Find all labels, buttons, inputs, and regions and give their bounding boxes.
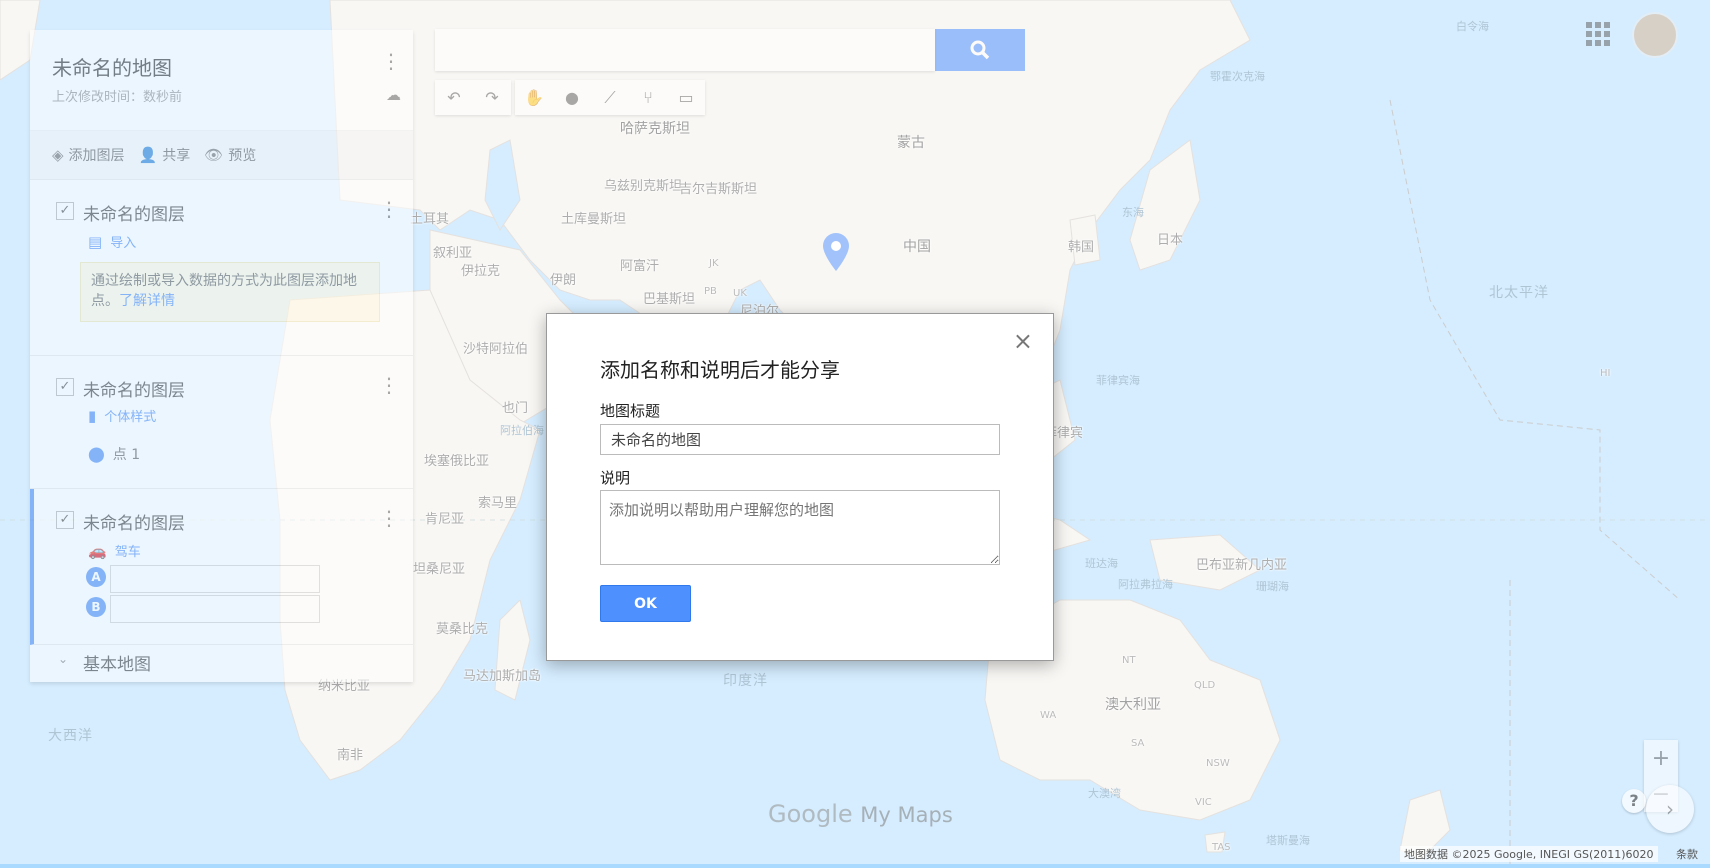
place-marker-icon: ⬤ xyxy=(88,445,105,463)
cloud-saved-icon: ☁ xyxy=(386,86,401,104)
layer-2: ✓ 未命名的图层 ⋮ ▮ 个体样式 ⬤ 点 1 xyxy=(30,356,413,489)
layer-1-name[interactable]: 未命名的图层 xyxy=(83,200,185,225)
waypoint-b-input[interactable] xyxy=(110,595,320,623)
eye-icon: 👁 xyxy=(204,146,224,164)
undo-icon[interactable]: ↶ xyxy=(435,80,473,115)
panel-menu-icon[interactable]: ⋮ xyxy=(381,50,401,72)
layer-1: ✓ 未命名的图层 ⋮ ▤ 导入 通过绘制或导入数据的方式为此图层添加地点。了解详情 xyxy=(30,180,413,356)
import-label: 导入 xyxy=(110,236,137,251)
layer-hint: 通过绘制或导入数据的方式为此图层添加地点。了解详情 xyxy=(80,262,380,322)
map-attribution: 地图数据 ©2025 Google, INEGI GS(2011)6020 xyxy=(1400,846,1658,862)
map-toolbar: ↶ ↷ ✋ ● ⟋ ⑂ ▭ xyxy=(435,80,705,115)
learn-more-link[interactable]: 了解详情 xyxy=(119,293,175,309)
zoom-in-button[interactable]: + xyxy=(1644,740,1678,776)
search-icon xyxy=(970,40,990,60)
map-title-label: 地图标题 xyxy=(600,402,661,420)
basemap-section[interactable]: ⌄ 基本地图 xyxy=(30,640,413,682)
import-link[interactable]: ▤ 导入 xyxy=(88,232,137,252)
layer-2-checkbox[interactable]: ✓ xyxy=(56,378,74,396)
layer-1-checkbox[interactable]: ✓ xyxy=(56,202,74,220)
last-modified: 上次修改时间：数秒前 xyxy=(52,90,183,105)
mymaps-logo-text: My Maps xyxy=(860,803,953,827)
chevron-right-icon[interactable]: › xyxy=(1646,785,1694,833)
driving-label: 驾车 xyxy=(114,545,141,560)
layer-3: ✓ 未命名的图层 ⋮ 🚗 驾车 A B xyxy=(30,489,413,645)
basemap-label: 基本地图 xyxy=(83,655,151,675)
chevron-down-icon: ⌄ xyxy=(58,652,69,666)
layers-panel: 未命名的地图 ⋮ 上次修改时间：数秒前 ☁ ◈ 添加图层 👤 共享 👁 预览 ✓ 未命… xyxy=(30,30,413,682)
preview-button[interactable]: 👁 预览 xyxy=(204,145,256,165)
description-textarea[interactable] xyxy=(600,490,1000,565)
google-logo-text: Google xyxy=(768,800,853,828)
directions-icon[interactable]: ⑂ xyxy=(629,80,667,115)
add-layer-button[interactable]: ◈ 添加图层 xyxy=(52,145,125,165)
marker-icon[interactable]: ● xyxy=(553,80,591,115)
avatar[interactable] xyxy=(1632,12,1678,58)
layers-icon: ◈ xyxy=(52,146,64,164)
layer-3-menu-icon[interactable]: ⋮ xyxy=(379,507,399,529)
google-mymaps-logo: Google My Maps xyxy=(768,800,953,828)
point-label: 点 1 xyxy=(112,447,141,463)
share-button[interactable]: 👤 共享 xyxy=(139,145,191,165)
redo-icon[interactable]: ↷ xyxy=(473,80,511,115)
waypoint-b-icon: B xyxy=(86,597,106,617)
share-label: 共享 xyxy=(162,148,191,164)
layer-2-name[interactable]: 未命名的图层 xyxy=(83,376,185,401)
share-requirements-dialog: × 添加名称和说明后才能分享 地图标题 说明 OK xyxy=(546,313,1054,661)
point-item[interactable]: ⬤ 点 1 xyxy=(88,444,140,464)
panel-map-title[interactable]: 未命名的地图 xyxy=(52,52,172,81)
search-input[interactable] xyxy=(435,29,935,71)
close-icon[interactable]: × xyxy=(1013,329,1033,353)
hand-icon[interactable]: ✋ xyxy=(515,80,553,115)
ruler-icon[interactable]: ▭ xyxy=(667,80,705,115)
search-button[interactable] xyxy=(935,29,1025,71)
car-icon: 🚗 xyxy=(88,541,107,560)
layer-1-menu-icon[interactable]: ⋮ xyxy=(379,198,399,220)
dialog-title: 添加名称和说明后才能分享 xyxy=(600,358,840,382)
apps-grid-icon[interactable] xyxy=(1586,22,1610,46)
layer-3-checkbox[interactable]: ✓ xyxy=(56,511,74,529)
add-layer-label: 添加图层 xyxy=(68,148,125,164)
style-link[interactable]: ▮ 个体样式 xyxy=(88,406,157,426)
driving-mode[interactable]: 🚗 驾车 xyxy=(88,541,141,561)
terms-link[interactable]: 条款 xyxy=(1676,846,1698,862)
layer-2-menu-icon[interactable]: ⋮ xyxy=(379,374,399,396)
add-person-icon: 👤 xyxy=(138,146,158,164)
paint-roller-icon: ▮ xyxy=(88,406,97,425)
import-file-icon: ▤ xyxy=(88,232,103,251)
waypoint-a-input[interactable] xyxy=(110,565,320,593)
help-icon[interactable]: ? xyxy=(1622,789,1646,813)
map-title-input[interactable] xyxy=(600,424,1000,455)
waypoint-a-icon: A xyxy=(86,567,106,587)
layer-3-name[interactable]: 未命名的图层 xyxy=(83,509,185,534)
style-label: 个体样式 xyxy=(104,410,157,425)
ok-button[interactable]: OK xyxy=(600,585,691,622)
preview-label: 预览 xyxy=(228,148,257,164)
description-label: 说明 xyxy=(600,469,631,487)
draw-line-icon[interactable]: ⟋ xyxy=(591,80,629,115)
